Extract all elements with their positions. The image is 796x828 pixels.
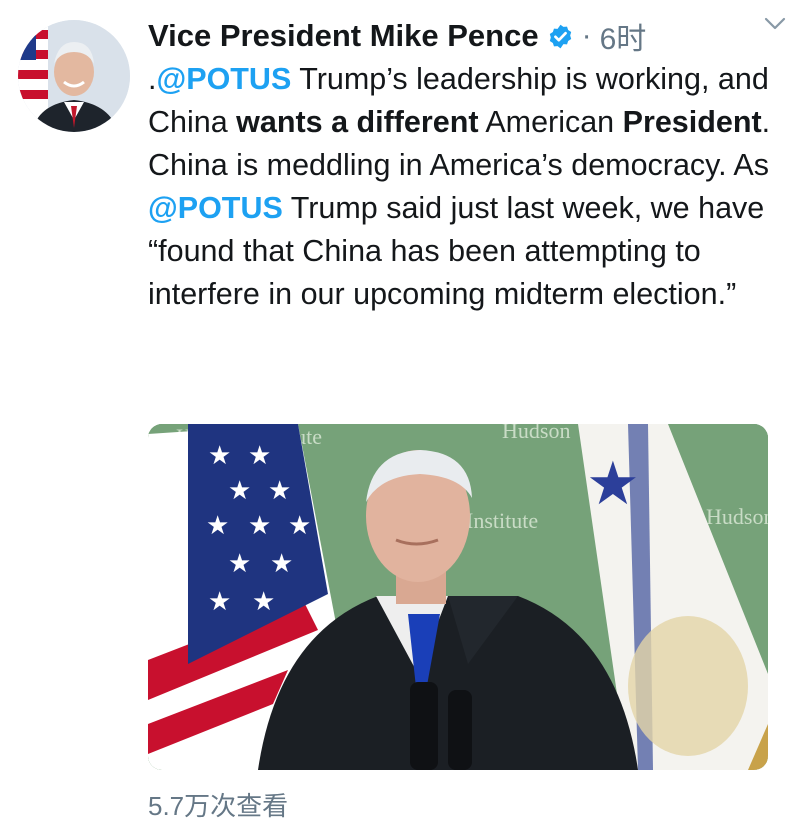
author-name[interactable]: Vice President Mike Pence (148, 18, 539, 54)
tweet-text-bold: President (622, 105, 762, 139)
svg-text:★: ★ (288, 510, 311, 540)
mention-link[interactable]: @POTUS (156, 62, 291, 96)
svg-text:★: ★ (208, 586, 231, 616)
verified-badge-icon (547, 23, 574, 50)
tweet-text-segment: American (478, 105, 623, 139)
video-frame: Hudson Institute Hudson Institute Hudson… (148, 424, 768, 770)
svg-text:★: ★ (248, 440, 271, 470)
backdrop-text: Hudson (502, 424, 570, 443)
tweet-media-video[interactable]: Hudson Institute Hudson Institute Hudson… (148, 424, 768, 770)
svg-text:★: ★ (228, 475, 251, 505)
svg-text:★: ★ (248, 510, 271, 540)
svg-text:★: ★ (206, 510, 229, 540)
header-separator: · (581, 19, 592, 52)
svg-text:★: ★ (270, 548, 293, 578)
tweet-header: Vice President Mike Pence · 6时 (148, 14, 776, 58)
tweet-text-bold: wants a different (236, 105, 479, 139)
view-count: 5.7万次查看 (148, 791, 289, 821)
backdrop-text: Institute (466, 508, 538, 533)
mention-link[interactable]: @POTUS (148, 191, 283, 225)
tweet-text: .@POTUS Trump’s leadership is working, a… (148, 58, 778, 316)
tweet-timestamp[interactable]: 6时 (600, 14, 647, 58)
svg-text:★: ★ (268, 475, 291, 505)
svg-text:★: ★ (228, 548, 251, 578)
svg-text:★: ★ (252, 586, 275, 616)
chevron-down-icon[interactable] (760, 8, 790, 38)
avatar-image (18, 20, 130, 132)
svg-text:★: ★ (208, 440, 231, 470)
svg-text:★: ★ (586, 450, 640, 517)
author-avatar[interactable] (18, 20, 130, 132)
backdrop-text: Hudson (706, 504, 768, 529)
